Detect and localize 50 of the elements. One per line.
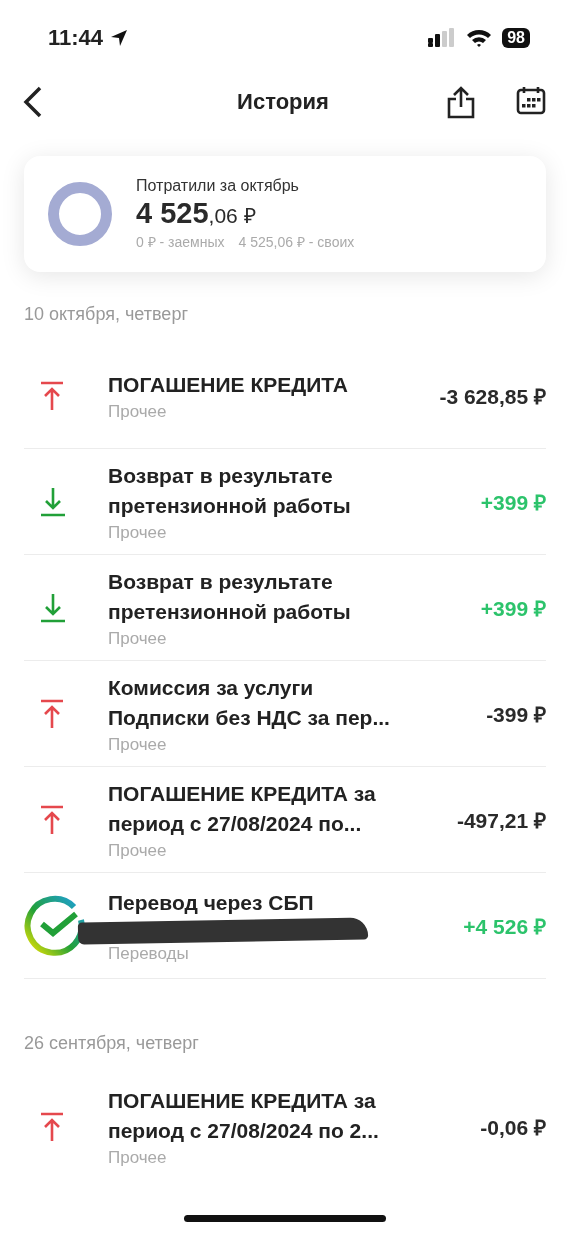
transaction-title: Перевод через СБП [108,889,315,916]
spending-ring-icon [48,182,112,246]
transaction-category: Прочее [108,522,168,543]
transaction-row[interactable]: ПОГАШЕНИЕ КРЕДИТА за период с 27/08/2024 по... Прочее -497,21 ₽ [24,767,546,873]
transaction-row[interactable]: ПОГАШЕНИЕ КРЕДИТА Прочее -3 628,85 ₽ [24,343,546,449]
date-heading: 26 сентября, четверг [24,1032,200,1055]
transaction-amount: -399 ₽ [486,701,546,728]
period-label: Потратили за октябрь [136,177,300,195]
transaction-amount: +4 526 ₽ [463,913,546,940]
battery-level: 98 [502,28,530,48]
transaction-amount: +399 ₽ [480,595,546,622]
summary-card[interactable]: Потратили за октябрь 4 525,06 ₽ 0 ₽ - заемных 4 525,06 ₽ - своих [24,156,546,272]
transaction-row[interactable]: Возврат в результате претензионной работы Прочее +399 ₽ [24,449,546,555]
transaction-title: Комиссия за услуги Подписки без НДС за пер... [108,674,391,731]
spent-amount: 4 525,06 ₽ [136,197,257,230]
location-arrow-icon [109,28,130,48]
arrow-down-icon [40,592,66,623]
transaction-category: Переводы [108,943,190,964]
transaction-category: Прочее [108,401,168,422]
transaction-category: Прочее [108,628,168,649]
wifi-icon [466,28,493,48]
transaction-row[interactable]: ПОГАШЕНИЕ КРЕДИТА за период с 27/08/2024 по 2... Прочее -0,06 ₽ [24,1074,546,1179]
arrow-up-icon [40,698,64,729]
transaction-amount: -497,21 ₽ [456,807,546,834]
transaction-amount: +399 ₽ [480,489,546,516]
transaction-title: Возврат в результате претензионной работы [108,568,352,625]
borrowed-amount: 0 ₽ - заемных [136,233,225,251]
bank-logo-icon [24,894,86,957]
signal-icon [428,28,457,48]
arrow-up-icon [40,804,64,835]
transaction-title: ПОГАШЕНИЕ КРЕДИТА за период с 27/08/2024 по 2... [108,1087,380,1144]
date-heading: 10 октября, четверг [24,303,189,326]
transaction-category: Прочее [108,840,168,861]
arrow-down-icon [40,486,66,517]
transaction-row[interactable]: Перевод через СБП Переводы +4 526 ₽ [24,873,546,979]
clock: 11:44 [48,25,104,51]
screen-title: История [237,89,329,115]
transaction-amount: -3 628,85 ₽ [439,383,546,410]
transaction-title: ПОГАШЕНИЕ КРЕДИТА [108,371,349,398]
transaction-title: ПОГАШЕНИЕ КРЕДИТА за период с 27/08/2024 по... [108,780,377,837]
own-amount: 4 525,06 ₽ - своих [238,233,355,251]
transaction-row[interactable]: Комиссия за услуги Подписки без НДС за пер... Прочее -399 ₽ [24,661,546,767]
transaction-category: Прочее [108,1147,168,1168]
transaction-category: Прочее [108,734,168,755]
transaction-title: Возврат в результате претензионной работы [108,462,352,519]
arrow-up-icon [40,380,64,411]
share-button[interactable] [446,85,476,119]
arrow-up-icon [40,1111,64,1142]
transaction-row[interactable]: Возврат в результате претензионной работы Прочее +399 ₽ [24,555,546,661]
transaction-amount: -0,06 ₽ [480,1114,546,1141]
